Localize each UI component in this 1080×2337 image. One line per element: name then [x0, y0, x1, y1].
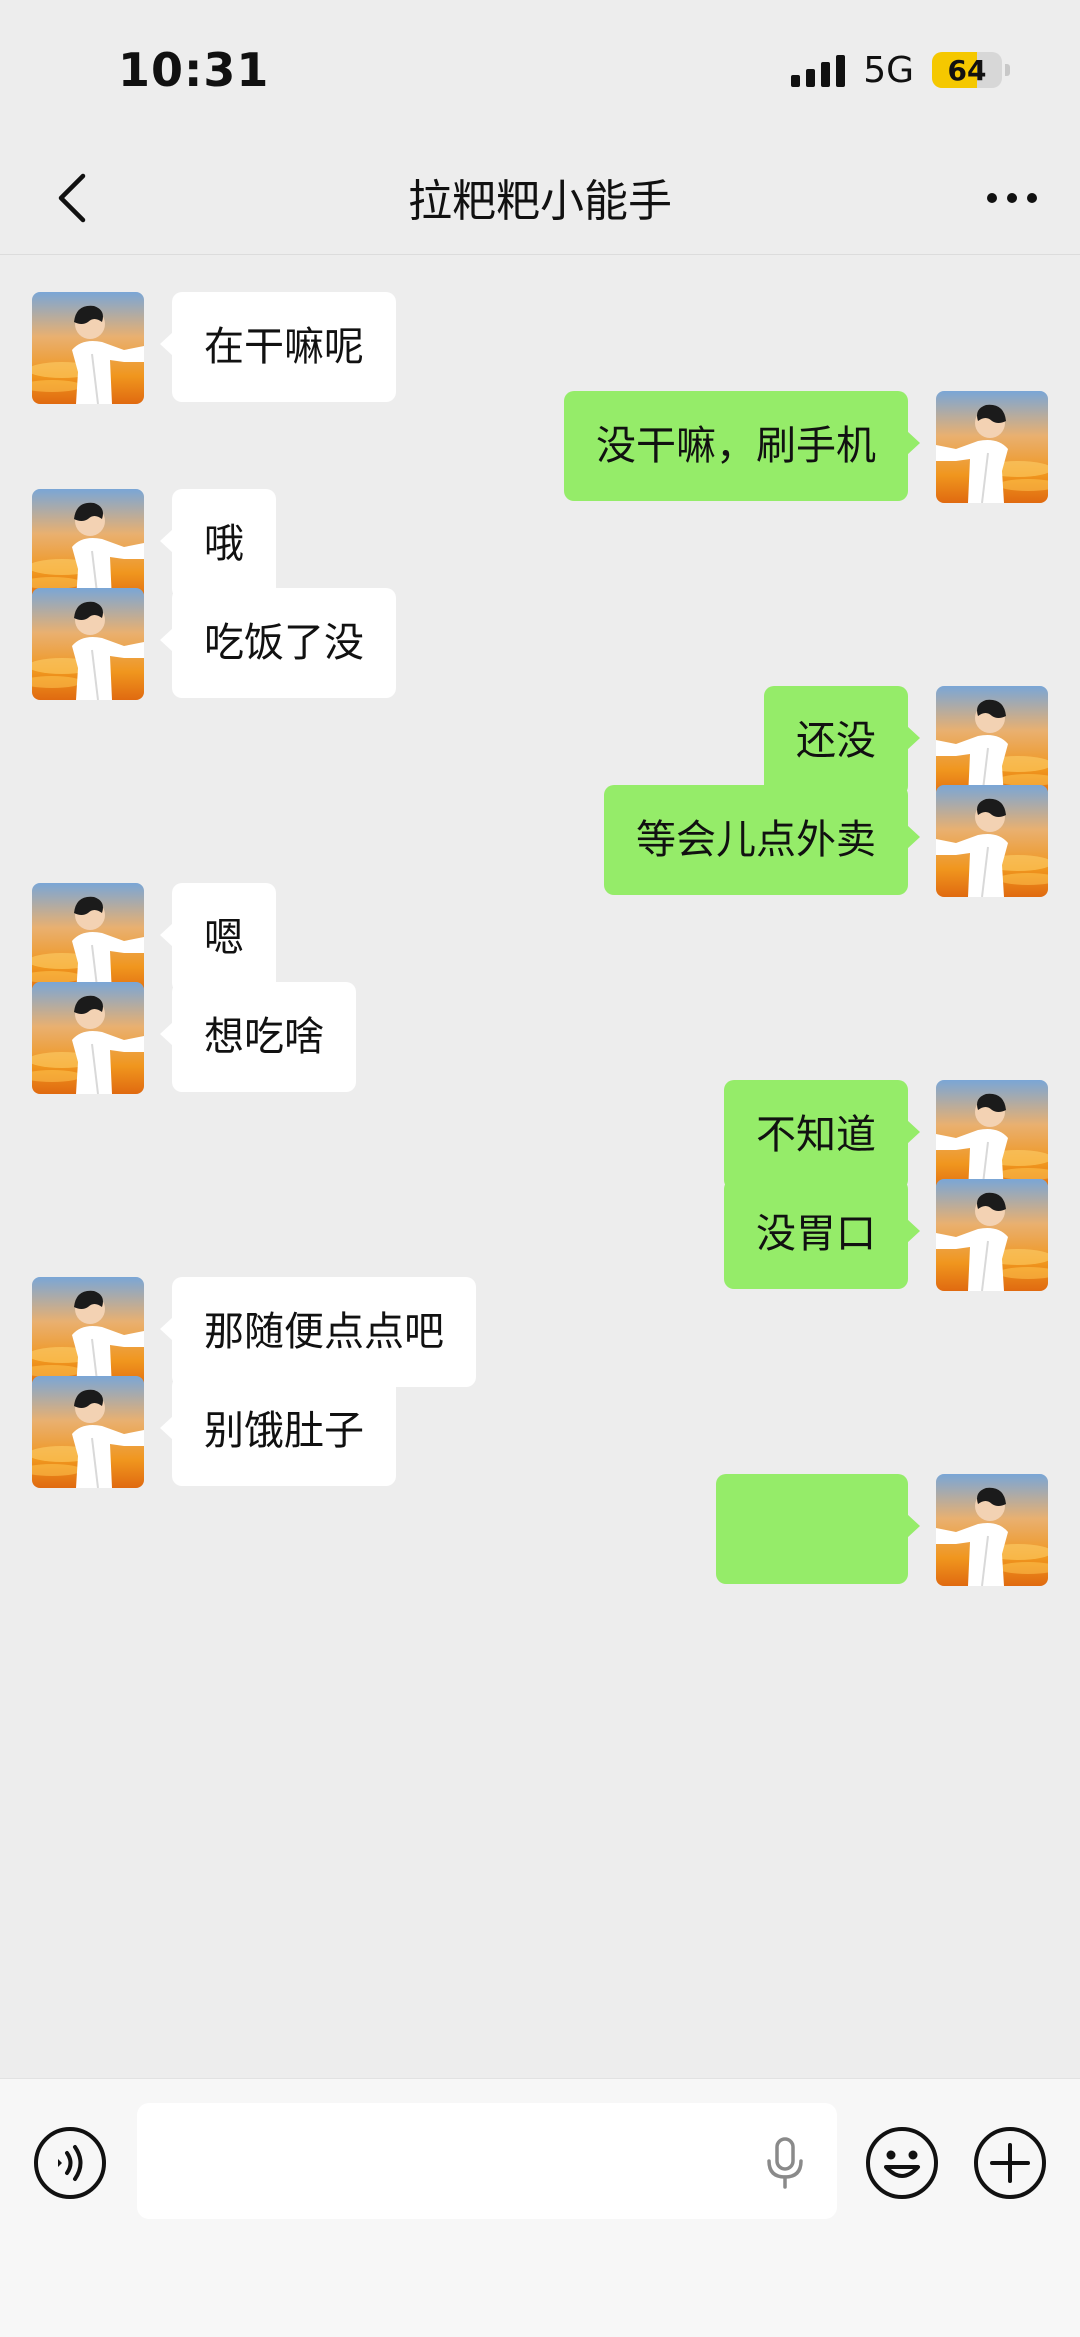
back-button[interactable] [44, 170, 100, 226]
contact-avatar[interactable] [32, 1376, 144, 1488]
my-avatar[interactable] [936, 1080, 1048, 1192]
status-time: 10:31 [118, 43, 270, 97]
sent-message-bubble[interactable]: 不知道 [724, 1080, 920, 1190]
more-button[interactable] [980, 170, 1044, 226]
contact-avatar[interactable] [32, 883, 144, 995]
message-row: 想吃啥 [0, 982, 1080, 1094]
status-indicators: 5G 64 [791, 50, 1010, 91]
my-avatar[interactable] [936, 785, 1048, 897]
voice-button[interactable] [32, 2125, 108, 2201]
chat-header: 拉粑粑小能手 [0, 140, 1080, 255]
mic-button[interactable] [760, 2135, 810, 2191]
sent-message-bubble[interactable]: 等会儿点外卖 [604, 785, 920, 895]
message-row: 哦 [0, 489, 1080, 601]
message-row: 等会儿点外卖 [0, 785, 1080, 897]
message-row [0, 1474, 1080, 1586]
input-bar [0, 2078, 1080, 2337]
contact-avatar[interactable] [32, 588, 144, 700]
contact-avatar[interactable] [32, 292, 144, 404]
my-avatar[interactable] [936, 1179, 1048, 1291]
chat-title: 拉粑粑小能手 [408, 176, 672, 227]
message-row: 那随便点点吧 [0, 1277, 1080, 1389]
my-avatar[interactable] [936, 1474, 1048, 1586]
emoji-icon [866, 2127, 938, 2199]
received-message-bubble[interactable]: 嗯 [160, 883, 276, 993]
received-message-bubble[interactable]: 哦 [160, 489, 276, 599]
contact-avatar[interactable] [32, 489, 144, 601]
network-type: 5G [863, 49, 914, 91]
battery-icon: 64 [932, 52, 1010, 88]
message-row: 没干嘛，刷手机 [0, 391, 1080, 503]
sent-message-bubble[interactable]: 没胃口 [724, 1179, 920, 1289]
message-input[interactable] [137, 2103, 837, 2219]
received-message-bubble[interactable]: 那随便点点吧 [160, 1277, 476, 1387]
message-row: 吃饭了没 [0, 588, 1080, 700]
more-dots-icon [987, 193, 1037, 203]
received-message-bubble[interactable]: 吃饭了没 [160, 588, 396, 698]
battery-level: 64 [947, 53, 987, 87]
mic-icon [767, 2137, 803, 2189]
received-message-bubble[interactable]: 在干嘛呢 [160, 292, 396, 402]
contact-avatar[interactable] [32, 982, 144, 1094]
message-list[interactable]: 在干嘛呢没干嘛，刷手机哦吃饭了没还没 等会儿点外卖嗯想吃啥不知道 没胃口那随便点点吧… [0, 256, 1080, 2076]
received-message-bubble[interactable]: 别饿肚子 [160, 1376, 396, 1486]
received-message-bubble[interactable]: 想吃啥 [160, 982, 356, 1092]
signal-icon [791, 53, 846, 87]
sent-message-bubble[interactable] [716, 1474, 920, 1584]
sent-message-bubble[interactable]: 还没 [764, 686, 920, 796]
plus-icon [974, 2127, 1046, 2199]
message-row: 别饿肚子 [0, 1376, 1080, 1488]
sent-message-bubble[interactable]: 没干嘛，刷手机 [564, 391, 920, 501]
contact-avatar[interactable] [32, 1277, 144, 1389]
emoji-button[interactable] [864, 2125, 940, 2201]
message-row: 没胃口 [0, 1179, 1080, 1291]
message-row: 嗯 [0, 883, 1080, 995]
voice-icon [34, 2127, 106, 2199]
my-avatar[interactable] [936, 391, 1048, 503]
message-row: 在干嘛呢 [0, 292, 1080, 404]
message-row: 不知道 [0, 1080, 1080, 1192]
my-avatar[interactable] [936, 686, 1048, 798]
more-functions-button[interactable] [972, 2125, 1048, 2201]
chevron-left-icon [58, 173, 86, 223]
message-row: 还没 [0, 686, 1080, 798]
status-bar: 10:31 5G 64 [0, 0, 1080, 140]
